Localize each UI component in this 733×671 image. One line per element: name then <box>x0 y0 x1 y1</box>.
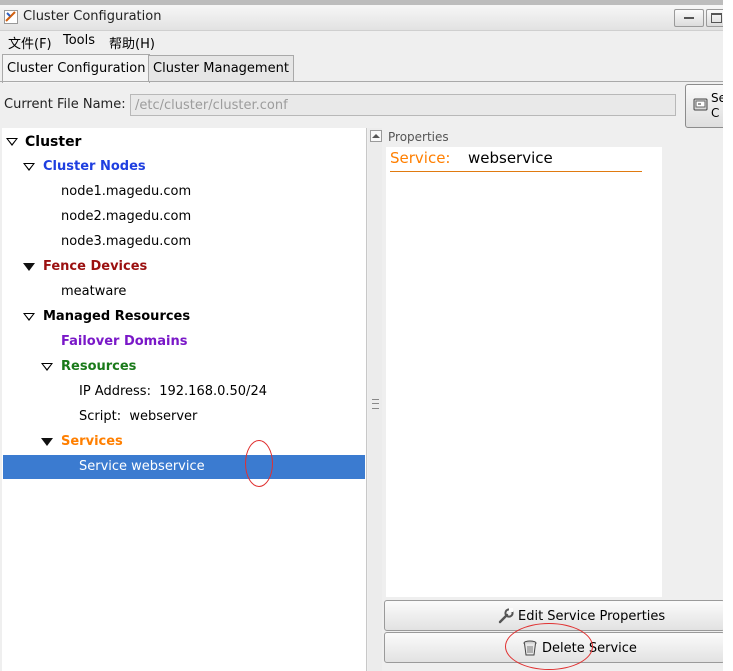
tree-label-managed-resources: Managed Resources <box>43 309 191 324</box>
menubar: 文件(F) Tools 帮助(H) <box>0 31 733 53</box>
expand-triangle-icon[interactable] <box>23 263 35 271</box>
tree-node-service-webservice[interactable]: Service webservice <box>79 455 205 479</box>
splitter-grip-icon[interactable] <box>372 399 379 409</box>
expand-triangle-icon[interactable] <box>41 438 53 446</box>
menu-file[interactable]: 文件(F) <box>8 33 52 52</box>
tab-divider <box>0 81 733 82</box>
app-icon <box>4 10 18 24</box>
screen-right-edge <box>723 0 733 671</box>
tree-label-services: Services <box>61 434 123 449</box>
tree-label-cluster: Cluster <box>25 134 82 150</box>
tree-node-node2[interactable]: node2.magedu.com <box>61 205 191 229</box>
expand-triangle-icon[interactable] <box>23 163 35 171</box>
tab-cluster-configuration[interactable]: Cluster Configuration <box>2 54 151 83</box>
expand-triangle-icon[interactable] <box>23 313 35 321</box>
tree-node-node1[interactable]: node1.magedu.com <box>61 180 191 204</box>
expand-triangle-icon[interactable] <box>6 138 18 146</box>
edit-service-label: Edit Service Properties <box>518 608 666 624</box>
current-file-label: Current File Name: <box>4 97 126 112</box>
tree-label-fence-devices: Fence Devices <box>43 259 148 274</box>
service-underline <box>390 171 642 172</box>
tree-node-meatware[interactable]: meatware <box>61 280 126 304</box>
properties-panel <box>386 147 662 597</box>
tree-node-failover-domains[interactable]: Failover Domains <box>61 330 187 354</box>
window-titlebar[interactable]: Cluster Configuration <box>0 5 733 31</box>
properties-legend: Properties <box>388 130 449 144</box>
tab-cluster-management[interactable]: Cluster Management <box>148 55 294 82</box>
tab-bar: Cluster Configuration Cluster Management <box>0 54 733 83</box>
menu-help[interactable]: 帮助(H) <box>109 33 155 52</box>
minimize-button[interactable] <box>674 9 704 27</box>
tree-node-node3[interactable]: node3.magedu.com <box>61 230 191 254</box>
service-value-label: webservice <box>468 149 553 167</box>
service-key-label: Service: <box>390 149 451 167</box>
menu-tools[interactable]: Tools <box>63 33 95 48</box>
window-title: Cluster Configuration <box>23 9 162 24</box>
wrench-icon <box>498 608 514 624</box>
cluster-send-icon <box>693 98 708 111</box>
tree-label-cluster-nodes: Cluster Nodes <box>43 159 146 174</box>
annotation-circle <box>245 440 273 487</box>
collapse-arrow-icon[interactable] <box>370 130 382 142</box>
current-file-field[interactable] <box>130 94 676 116</box>
tree-label-resources: Resources <box>61 359 137 374</box>
expand-triangle-icon[interactable] <box>41 363 53 371</box>
annotation-circle <box>505 623 593 670</box>
tree-node-script[interactable]: Script: webserver <box>79 405 197 429</box>
tree-node-ip-address[interactable]: IP Address: 192.168.0.50/24 <box>79 380 267 404</box>
